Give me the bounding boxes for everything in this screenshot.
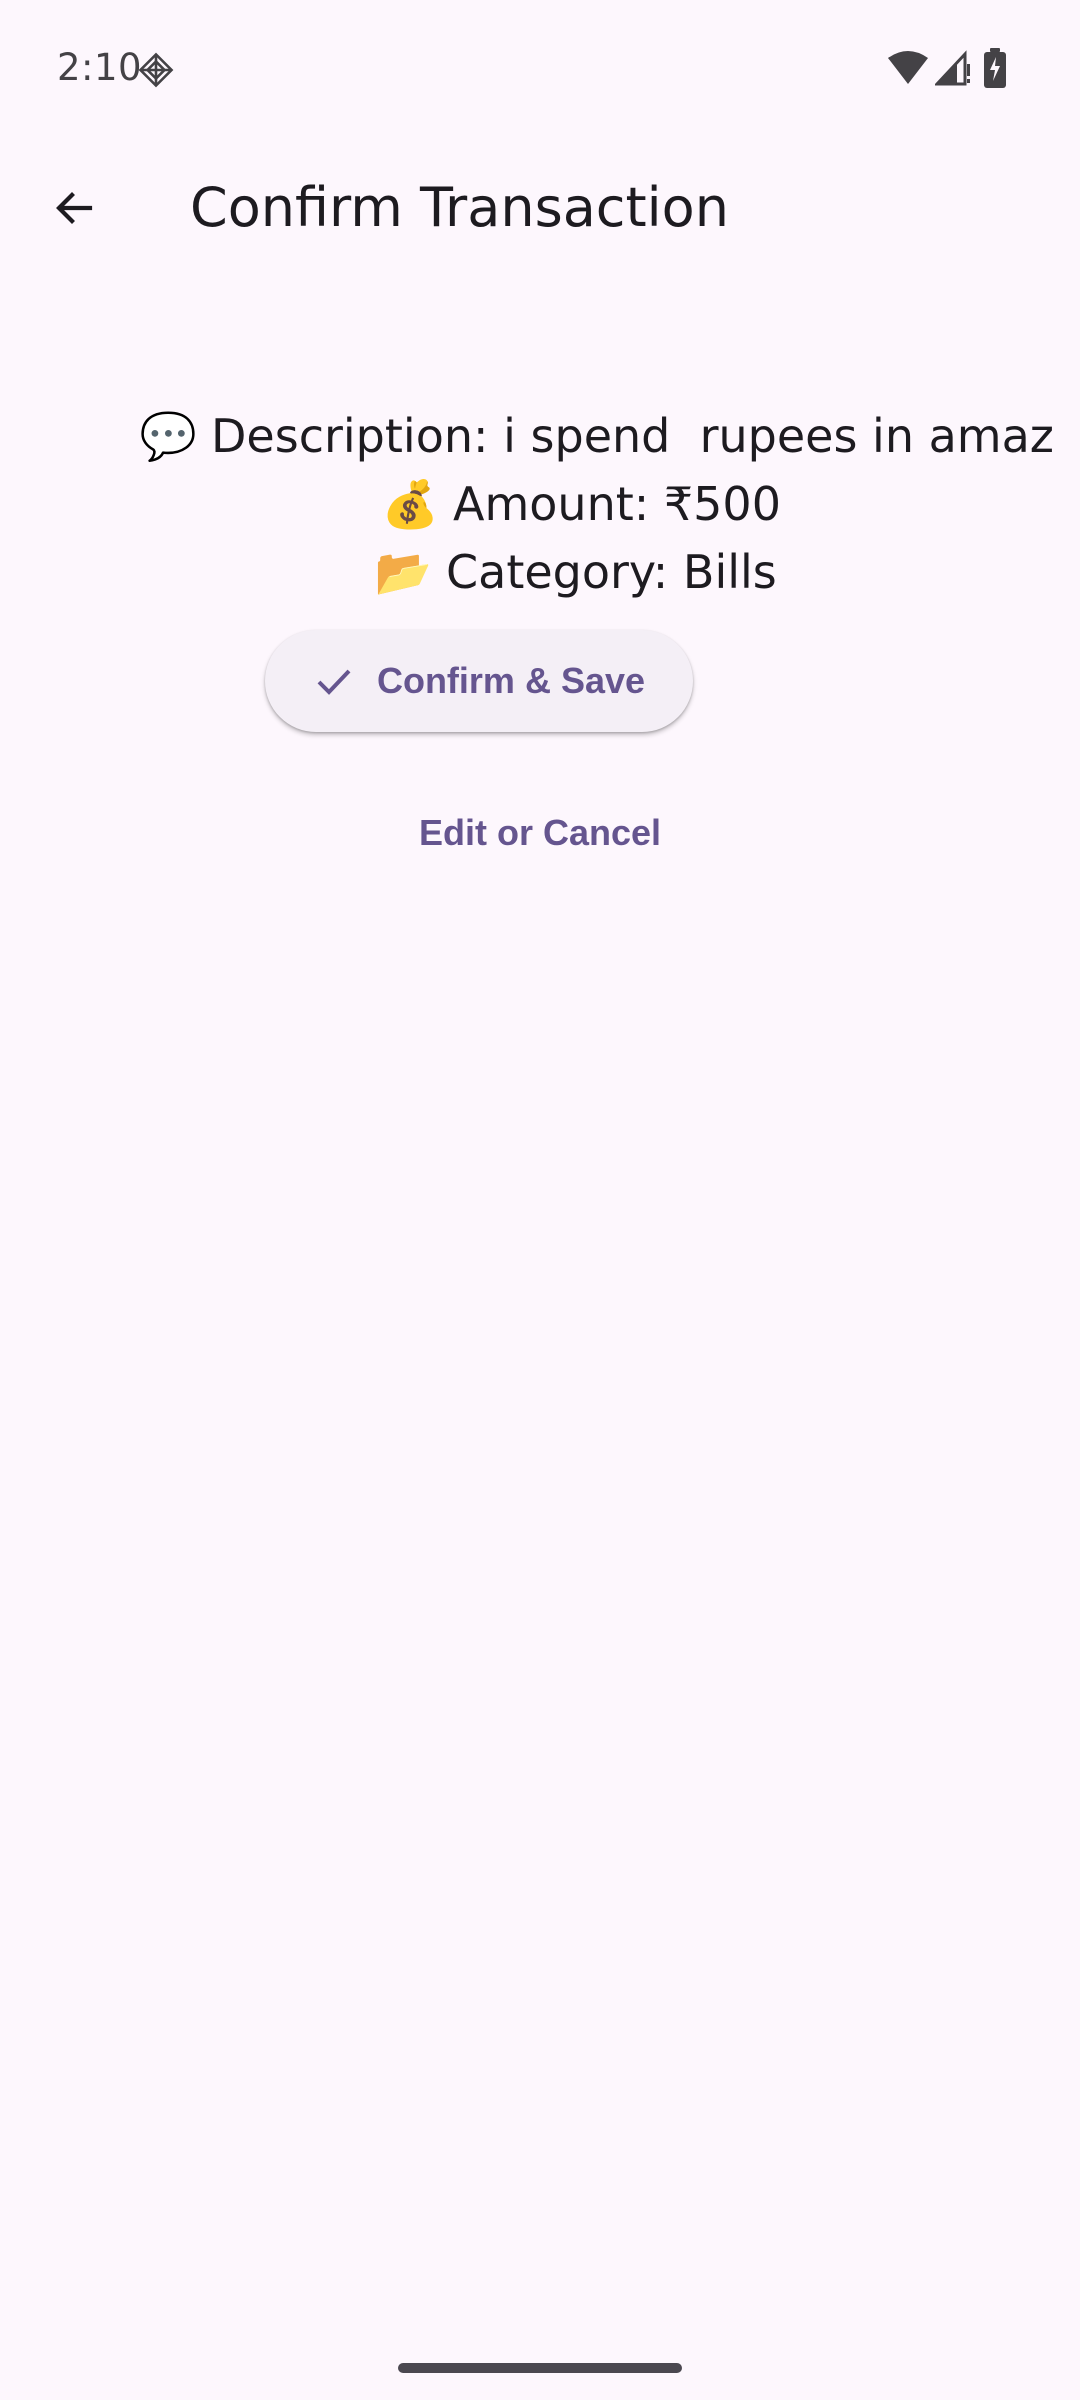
signal-icon [933,50,973,86]
check-icon [317,669,351,695]
wifi-icon [887,50,929,86]
confirm-save-button[interactable]: Confirm & Save [265,630,693,732]
folder-icon: 📂 [374,545,433,599]
arrow-back-icon [56,192,93,224]
top-app-bar: Confirm Transaction [0,136,1080,280]
confirm-transaction-screen: 2:10 Confirm Transaction 💬 Description: … [0,0,1080,2400]
edit-or-cancel-button[interactable]: Edit or Cancel [340,800,740,866]
edit-or-cancel-label: Edit or Cancel [418,812,662,853]
speech-bubble-icon: 💬 [139,409,198,463]
category-text: Category: Bills [446,545,777,599]
battery-charging-icon [984,48,1006,88]
status-time: 2:10 [57,46,143,89]
page-title: Confirm Transaction [190,176,729,239]
app-notification-icon [136,50,176,90]
confirm-save-label: Confirm & Save [376,660,646,701]
back-button[interactable] [26,160,122,256]
gesture-nav-handle[interactable] [398,2363,682,2373]
status-bar: 2:10 [0,0,1080,136]
